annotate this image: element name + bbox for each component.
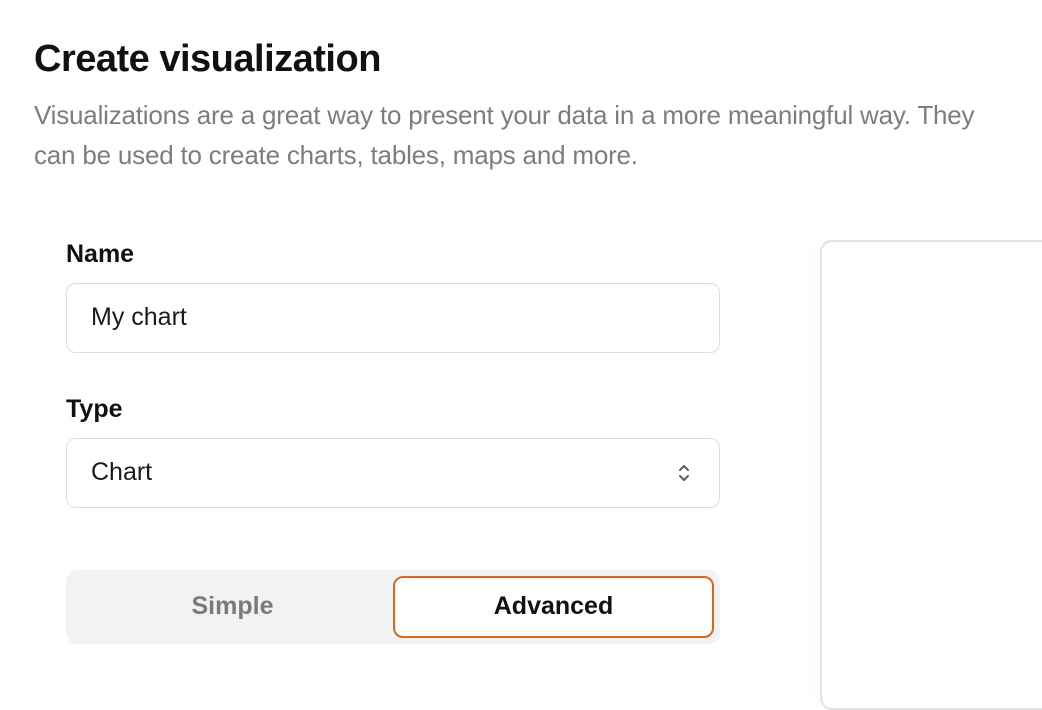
tab-simple[interactable]: Simple bbox=[72, 576, 393, 638]
tab-advanced[interactable]: Advanced bbox=[393, 576, 714, 638]
name-input[interactable] bbox=[66, 283, 720, 353]
field-group-type: Type Chart bbox=[66, 395, 720, 508]
field-group-name: Name bbox=[66, 240, 720, 353]
mode-segmented-control: Simple Advanced bbox=[66, 570, 720, 644]
preview-panel bbox=[820, 240, 1042, 710]
page-description: Visualizations are a great way to presen… bbox=[34, 95, 1008, 176]
type-label: Type bbox=[66, 395, 720, 424]
type-select-wrap: Chart bbox=[66, 438, 720, 508]
content-area: Name Type Chart Simple bbox=[0, 176, 1042, 710]
type-select-value: Chart bbox=[91, 458, 152, 487]
tab-advanced-label: Advanced bbox=[494, 592, 613, 621]
page-title: Create visualization bbox=[34, 38, 1008, 81]
form-column: Name Type Chart Simple bbox=[66, 240, 720, 710]
tab-simple-label: Simple bbox=[192, 592, 274, 621]
name-label: Name bbox=[66, 240, 720, 269]
type-select[interactable]: Chart bbox=[66, 438, 720, 508]
page-header: Create visualization Visualizations are … bbox=[0, 0, 1042, 176]
